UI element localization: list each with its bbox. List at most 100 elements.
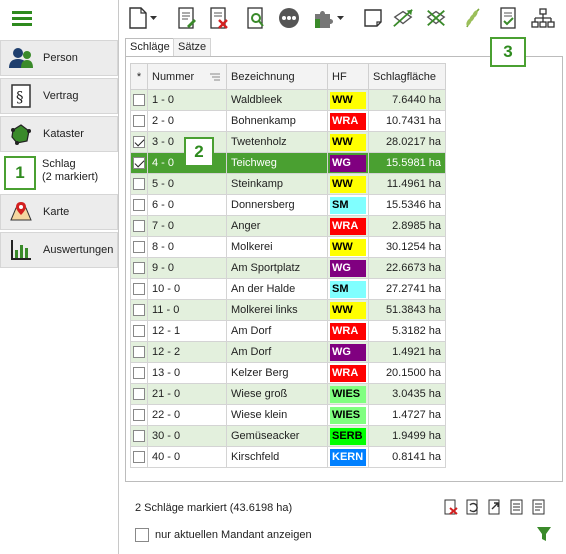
table-row[interactable]: 2 - 0 Bohnenkamp WRA 10.7431 ha [130,110,446,132]
table-row[interactable]: 30 - 0 Gemüseacker SERB 1.9499 ha [130,425,446,447]
cell-schlagflaeche[interactable]: 0.8141 ha [368,446,446,468]
cell-schlagflaeche[interactable]: 27.2741 ha [368,278,446,300]
cell-nummer[interactable]: 1 - 0 [147,89,227,111]
row-checkbox[interactable] [133,262,145,275]
table-row[interactable]: 12 - 2 Am Dorf WG 1.4921 ha [130,341,446,363]
cell-schlagflaeche[interactable]: 15.5981 ha [368,152,446,174]
row-checkbox[interactable] [133,325,145,338]
row-checkbox-cell[interactable] [130,89,148,111]
cell-bezeichnung[interactable]: Am Dorf [226,341,328,363]
split-field-icon[interactable] [425,7,447,29]
table-row[interactable]: 9 - 0 Am Sportplatz WG 22.6673 ha [130,257,446,279]
cell-hf[interactable]: WIES [327,383,369,405]
cell-hf[interactable]: WIES [327,404,369,426]
row-checkbox[interactable] [133,430,145,443]
table-row[interactable]: 22 - 0 Wiese klein WIES 1.4727 ha [130,404,446,426]
row-checkbox-cell[interactable] [130,131,148,153]
cell-schlagflaeche[interactable]: 10.7431 ha [368,110,446,132]
merge-fields-icon[interactable] [392,7,414,29]
export-marked-icon[interactable] [488,499,502,515]
cell-schlagflaeche[interactable]: 15.5346 ha [368,194,446,216]
cell-nummer[interactable]: 8 - 0 [147,236,227,258]
table-row[interactable]: 1 - 0 Waldbleek WW 7.6440 ha [130,89,446,111]
cell-nummer[interactable]: 12 - 1 [147,320,227,342]
cell-hf[interactable]: SM [327,278,369,300]
hierarchy-icon[interactable] [530,7,556,29]
row-checkbox-cell[interactable] [130,299,148,321]
sidebar-item-auswertungen[interactable]: Auswertungen [0,232,118,268]
row-checkbox[interactable] [133,136,145,149]
cell-bezeichnung[interactable]: Waldbleek [226,89,328,111]
cell-schlagflaeche[interactable]: 22.6673 ha [368,257,446,279]
row-checkbox-cell[interactable] [130,152,148,174]
table-row[interactable]: 6 - 0 Donnersberg SM 15.5346 ha [130,194,446,216]
chevron-down-icon[interactable] [148,7,158,29]
cell-bezeichnung[interactable]: Wiese groß [226,383,328,405]
tab-schlaege[interactable]: Schläge [125,38,175,57]
cell-nummer[interactable]: 7 - 0 [147,215,227,237]
cell-hf[interactable]: WW [327,89,369,111]
sidebar-item-karte[interactable]: Karte [0,194,118,230]
puzzle-icon[interactable] [312,7,334,29]
cell-hf[interactable]: WG [327,341,369,363]
cell-nummer[interactable]: 9 - 0 [147,257,227,279]
document-print-icon[interactable] [532,499,546,515]
row-checkbox-cell[interactable] [130,425,148,447]
row-checkbox-cell[interactable] [130,110,148,132]
cell-schlagflaeche[interactable]: 11.4961 ha [368,173,446,195]
column-header-hf[interactable]: HF [327,63,369,90]
cell-hf[interactable]: WRA [327,362,369,384]
row-checkbox-cell[interactable] [130,173,148,195]
row-checkbox-cell[interactable] [130,362,148,384]
cell-hf[interactable]: KERN [327,446,369,468]
cell-nummer[interactable]: 21 - 0 [147,383,227,405]
cell-bezeichnung[interactable]: Kelzer Berg [226,362,328,384]
search-document-icon[interactable] [245,7,267,29]
cell-hf[interactable]: WRA [327,215,369,237]
sidebar-item-vertrag[interactable]: § Vertrag [0,78,118,114]
current-client-only-toggle[interactable]: nur aktuellen Mandant anzeigen [135,528,312,542]
cell-nummer[interactable]: 11 - 0 [147,299,227,321]
cell-bezeichnung[interactable]: Gemüseacker [226,425,328,447]
cell-schlagflaeche[interactable]: 51.3843 ha [368,299,446,321]
cell-nummer[interactable]: 12 - 2 [147,341,227,363]
cell-schlagflaeche[interactable]: 1.4921 ha [368,341,446,363]
cell-nummer[interactable]: 40 - 0 [147,446,227,468]
filter-icon[interactable] [537,526,551,542]
sidebar-item-person[interactable]: Person [0,40,118,76]
tab-saetze[interactable]: Sätze [173,38,212,56]
cell-hf[interactable]: WW [327,131,369,153]
row-checkbox-cell[interactable] [130,278,148,300]
cell-hf[interactable]: WG [327,152,369,174]
row-checkbox[interactable] [133,178,145,191]
row-checkbox-cell[interactable] [130,257,148,279]
table-row[interactable]: 7 - 0 Anger WRA 2.8985 ha [130,215,446,237]
row-checkbox-cell[interactable] [130,404,148,426]
cell-bezeichnung[interactable]: Twetenholz [226,131,328,153]
cell-nummer[interactable]: 13 - 0 [147,362,227,384]
cell-schlagflaeche[interactable]: 5.3182 ha [368,320,446,342]
row-checkbox[interactable] [133,451,145,464]
cell-schlagflaeche[interactable]: 20.1500 ha [368,362,446,384]
note-icon[interactable] [362,7,384,29]
cell-bezeichnung[interactable]: Bohnenkamp [226,110,328,132]
row-checkbox[interactable] [133,346,145,359]
table-row[interactable]: 3 - 0 Twetenholz WW 28.0217 ha [130,131,446,153]
table-row[interactable]: 5 - 0 Steinkamp WW 11.4961 ha [130,173,446,195]
cell-schlagflaeche[interactable]: 2.8985 ha [368,215,446,237]
row-checkbox[interactable] [133,409,145,422]
delete-document-icon[interactable] [208,7,230,29]
row-checkbox[interactable] [133,94,145,107]
cell-hf[interactable]: WRA [327,320,369,342]
cell-nummer[interactable]: 6 - 0 [147,194,227,216]
new-document-icon[interactable] [127,7,149,29]
table-row[interactable]: 4 - 0 Teichweg WG 15.5981 ha [130,152,446,174]
row-checkbox[interactable] [133,304,145,317]
cell-schlagflaeche[interactable]: 3.0435 ha [368,383,446,405]
column-header-mark[interactable]: * [130,63,148,90]
table-row[interactable]: 10 - 0 An der Halde SM 27.2741 ha [130,278,446,300]
crop-icon[interactable] [462,7,484,29]
menu-icon[interactable] [0,0,44,36]
sidebar-item-kataster[interactable]: Kataster [0,116,118,152]
cell-bezeichnung[interactable]: Steinkamp [226,173,328,195]
